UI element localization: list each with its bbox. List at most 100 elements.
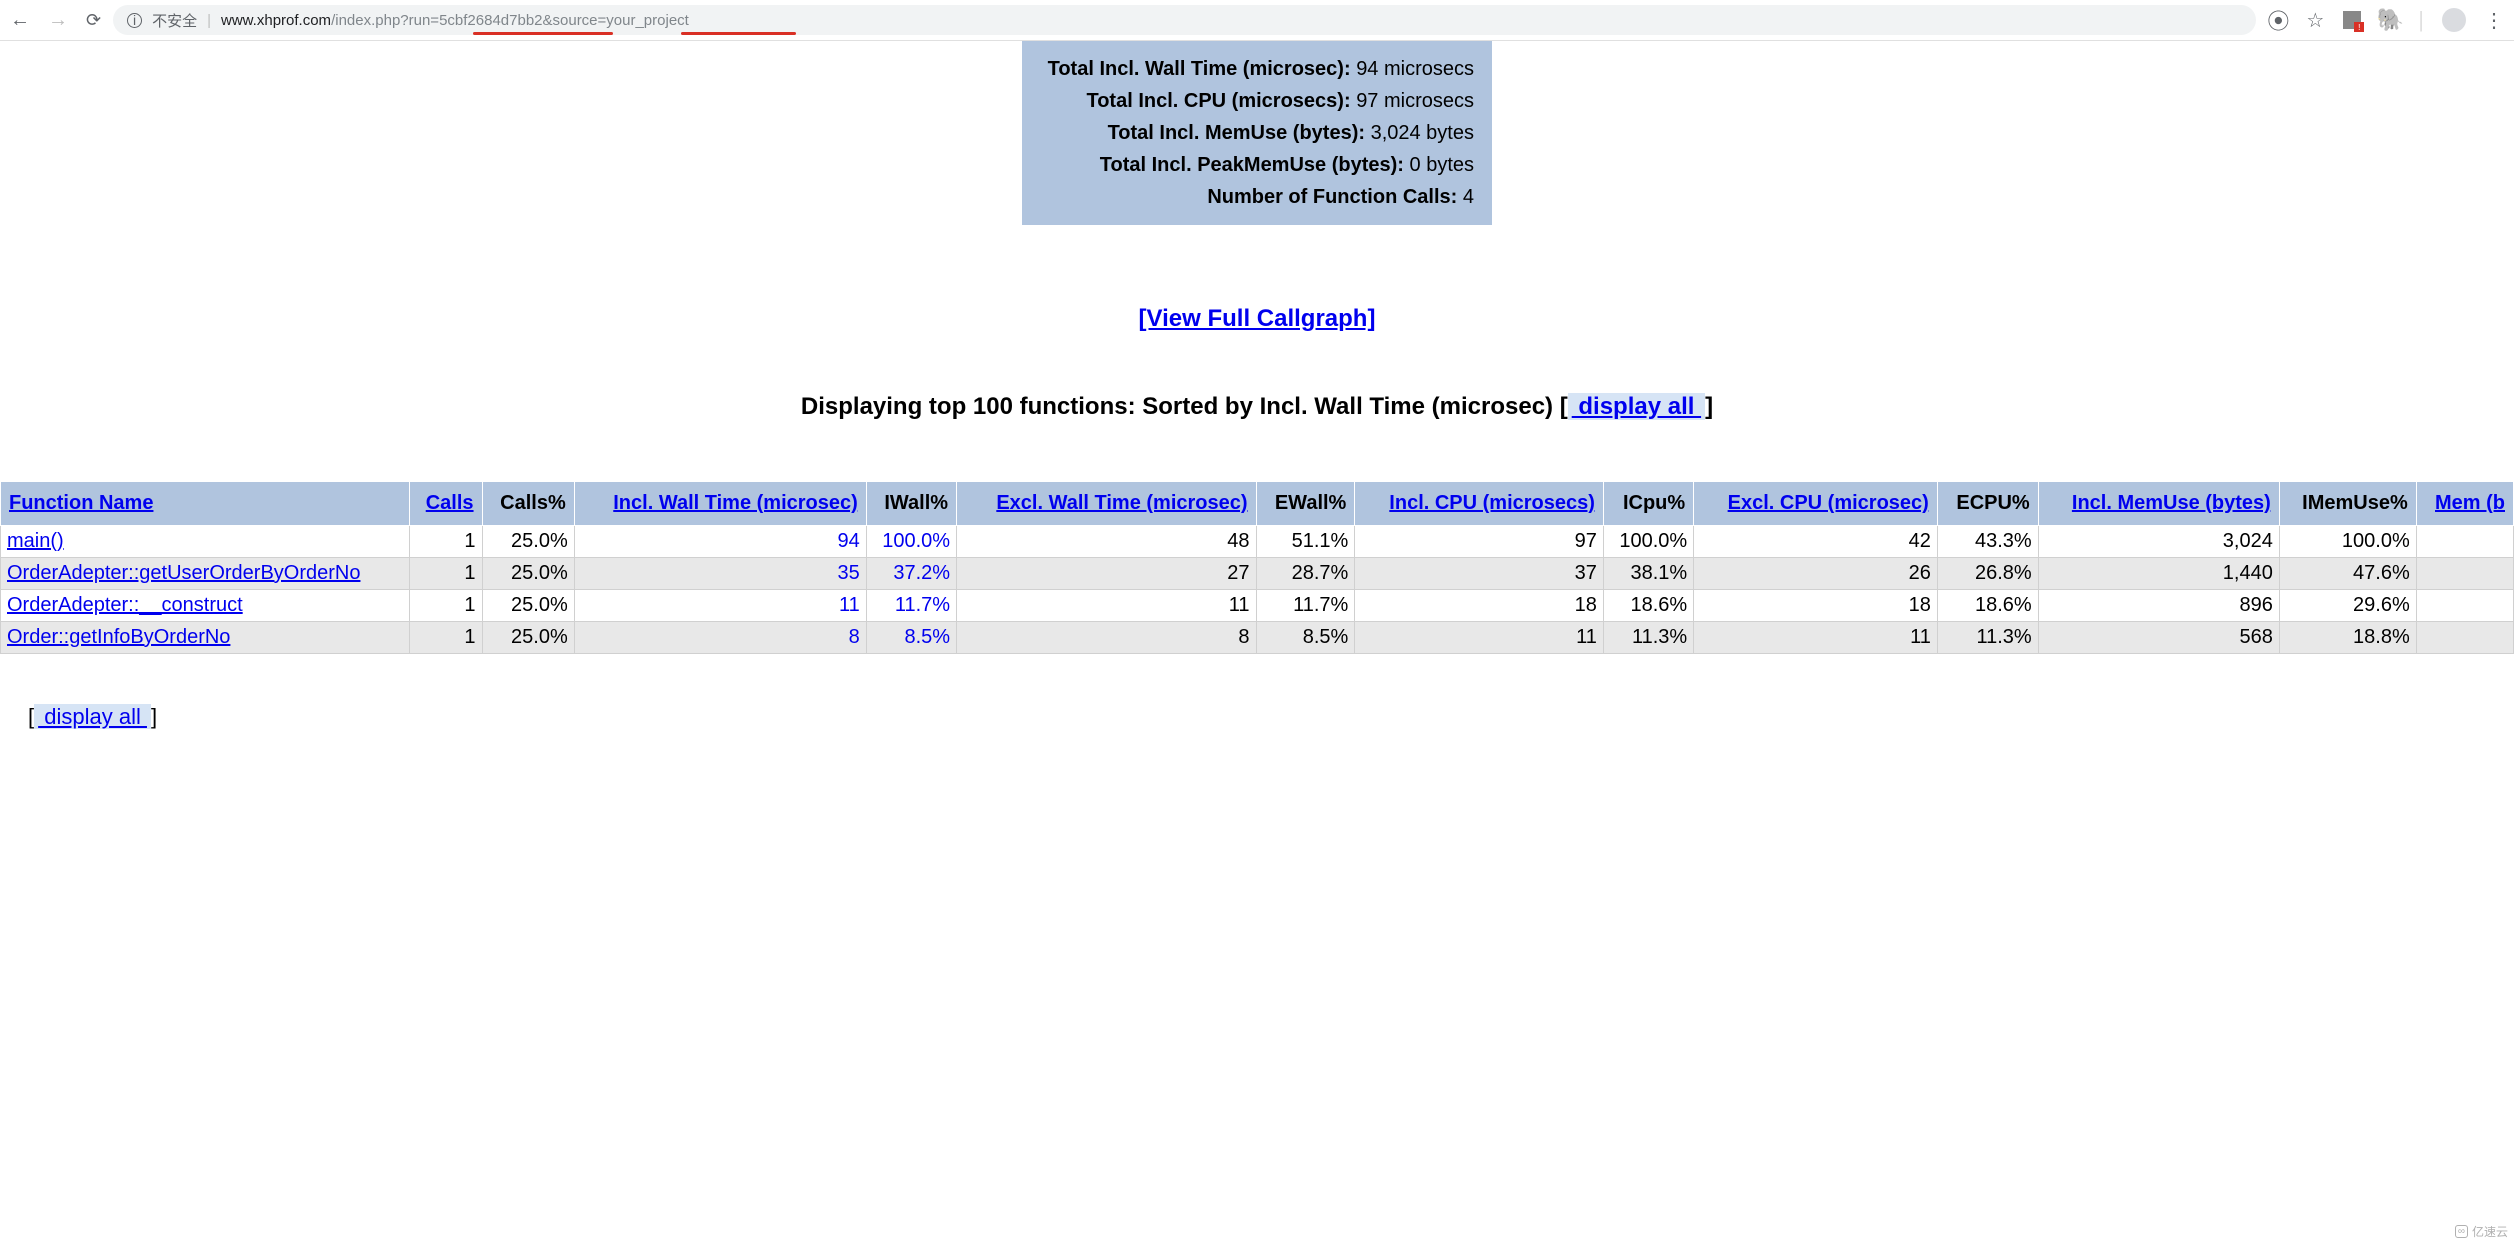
th-incl-wall[interactable]: Incl. Wall Time (microsec) (574, 482, 866, 526)
evernote-icon[interactable]: 🐘 (2380, 10, 2400, 30)
divider: | (2418, 7, 2424, 33)
function-link[interactable]: Order::getInfoByOrderNo (7, 626, 230, 648)
cell: 11.7% (1256, 590, 1355, 622)
th-calls-pct: Calls% (482, 482, 574, 526)
summary-row: Number of Function Calls: 4 (1040, 181, 1474, 213)
view-callgraph-link[interactable]: [View Full Callgraph] (1139, 305, 1376, 332)
cell: 18 (1355, 590, 1604, 622)
reload-button[interactable]: ⟳ (86, 10, 101, 31)
function-link[interactable]: OrderAdepter::getUserOrderByOrderNo (7, 562, 360, 584)
display-all-link-top[interactable]: display all (1568, 393, 1705, 420)
th-ecpu-pct: ECPU% (1937, 482, 2038, 526)
profile-avatar[interactable] (2442, 8, 2466, 32)
th-mem-b[interactable]: Mem (b (2416, 482, 2513, 526)
cell: 896 (2038, 590, 2279, 622)
cell-function-name: Order::getInfoByOrderNo (1, 622, 410, 654)
table-row: OrderAdepter::__construct125.0%1111.7%11… (1, 590, 2514, 622)
cell: 37.2% (866, 558, 956, 590)
cell: 11 (1355, 622, 1604, 654)
menu-kebab-icon[interactable]: ⋮ (2484, 8, 2504, 33)
th-calls[interactable]: Calls (410, 482, 482, 526)
annotation-underline-2 (681, 32, 796, 35)
cell: 29.6% (2279, 590, 2416, 622)
watermark-icon: ∞ (2455, 1225, 2468, 1238)
th-incl-mem[interactable]: Incl. MemUse (bytes) (2038, 482, 2279, 526)
cell: 1 (410, 558, 482, 590)
watermark: ∞ 亿速云 (2455, 1223, 2508, 1240)
cell-function-name: OrderAdepter::__construct (1, 590, 410, 622)
cell (2416, 590, 2513, 622)
th-imem-pct: IMemUse% (2279, 482, 2416, 526)
divider: | (207, 12, 211, 29)
cell: 51.1% (1256, 526, 1355, 558)
cell (2416, 558, 2513, 590)
display-all-link-bottom[interactable]: display all (34, 704, 151, 729)
toolbar-right: ⦿ ☆ ! 🐘 | ⋮ (2268, 7, 2504, 33)
function-link[interactable]: main() (7, 530, 64, 552)
cell: 18.6% (1937, 590, 2038, 622)
table-row: main()125.0%94100.0%4851.1%97100.0%4243.… (1, 526, 2514, 558)
summary-row: Total Incl. CPU (microsecs): 97 microsec… (1040, 85, 1474, 117)
cell: 26 (1694, 558, 1938, 590)
cell: 100.0% (866, 526, 956, 558)
insecure-label: 不安全 (152, 10, 197, 31)
url-host: www.xhprof.com (221, 12, 331, 29)
bottom-link-row: [ display all ] (28, 704, 2514, 730)
site-info-icon[interactable]: i (127, 13, 142, 28)
function-link[interactable]: OrderAdepter::__construct (7, 594, 243, 616)
cell: 1 (410, 526, 482, 558)
summary-row: Total Incl. MemUse (bytes): 3,024 bytes (1040, 117, 1474, 149)
cell: 25.0% (482, 558, 574, 590)
cell: 37 (1355, 558, 1604, 590)
cell: 100.0% (1603, 526, 1693, 558)
address-bar[interactable]: i 不安全 | www.xhprof.com/index.php?run=5cb… (113, 5, 2256, 35)
page-content: Total Incl. Wall Time (microsec): 94 mic… (0, 41, 2514, 730)
cell: 43.3% (1937, 526, 2038, 558)
summary-row: Total Incl. Wall Time (microsec): 94 mic… (1040, 53, 1474, 85)
th-ewall-pct: EWall% (1256, 482, 1355, 526)
th-excl-cpu[interactable]: Excl. CPU (microsec) (1694, 482, 1938, 526)
watermark-text: 亿速云 (2472, 1223, 2508, 1240)
table-header-row: Function Name Calls Calls% Incl. Wall Ti… (1, 482, 2514, 526)
summary-row: Total Incl. PeakMemUse (bytes): 0 bytes (1040, 149, 1474, 181)
cell: 568 (2038, 622, 2279, 654)
url-display: www.xhprof.com/index.php?run=5cbf2684d7b… (221, 12, 689, 29)
cell: 11 (1694, 622, 1938, 654)
th-excl-wall[interactable]: Excl. Wall Time (microsec) (957, 482, 1256, 526)
cell: 26.8% (1937, 558, 2038, 590)
cell: 94 (574, 526, 866, 558)
cell: 8.5% (1256, 622, 1355, 654)
forward-button[interactable]: → (48, 9, 68, 32)
th-iwall-pct: IWall% (866, 482, 956, 526)
cell: 3,024 (2038, 526, 2279, 558)
summary-box: Total Incl. Wall Time (microsec): 94 mic… (1022, 41, 1492, 225)
profile-table: Function Name Calls Calls% Incl. Wall Ti… (0, 481, 2514, 654)
cell: 11 (957, 590, 1256, 622)
display-heading: Displaying top 100 functions: Sorted by … (0, 393, 2514, 421)
cell: 1 (410, 590, 482, 622)
cell: 11.3% (1603, 622, 1693, 654)
cell: 8.5% (866, 622, 956, 654)
table-row: OrderAdepter::getUserOrderByOrderNo 125.0… (1, 558, 2514, 590)
heading-text: Displaying top 100 functions: Sorted by … (801, 393, 1560, 420)
cell: 42 (1694, 526, 1938, 558)
back-button[interactable]: ← (10, 9, 30, 32)
cell: 11.3% (1937, 622, 2038, 654)
th-incl-cpu[interactable]: Incl. CPU (microsecs) (1355, 482, 1604, 526)
bookmark-star-icon[interactable]: ☆ (2306, 8, 2324, 33)
cell: 1,440 (2038, 558, 2279, 590)
th-function-name[interactable]: Function Name (1, 482, 410, 526)
cell: 25.0% (482, 526, 574, 558)
cell: 8 (574, 622, 866, 654)
cell: 100.0% (2279, 526, 2416, 558)
cell (2416, 622, 2513, 654)
extension-icon-1[interactable]: ! (2342, 10, 2362, 30)
cell: 47.6% (2279, 558, 2416, 590)
cell: 18.8% (2279, 622, 2416, 654)
cell: 25.0% (482, 622, 574, 654)
translate-icon[interactable]: ⦿ (2268, 10, 2288, 30)
cell: 25.0% (482, 590, 574, 622)
table-row: Order::getInfoByOrderNo125.0%88.5%88.5%1… (1, 622, 2514, 654)
cell (2416, 526, 2513, 558)
cell: 18 (1694, 590, 1938, 622)
